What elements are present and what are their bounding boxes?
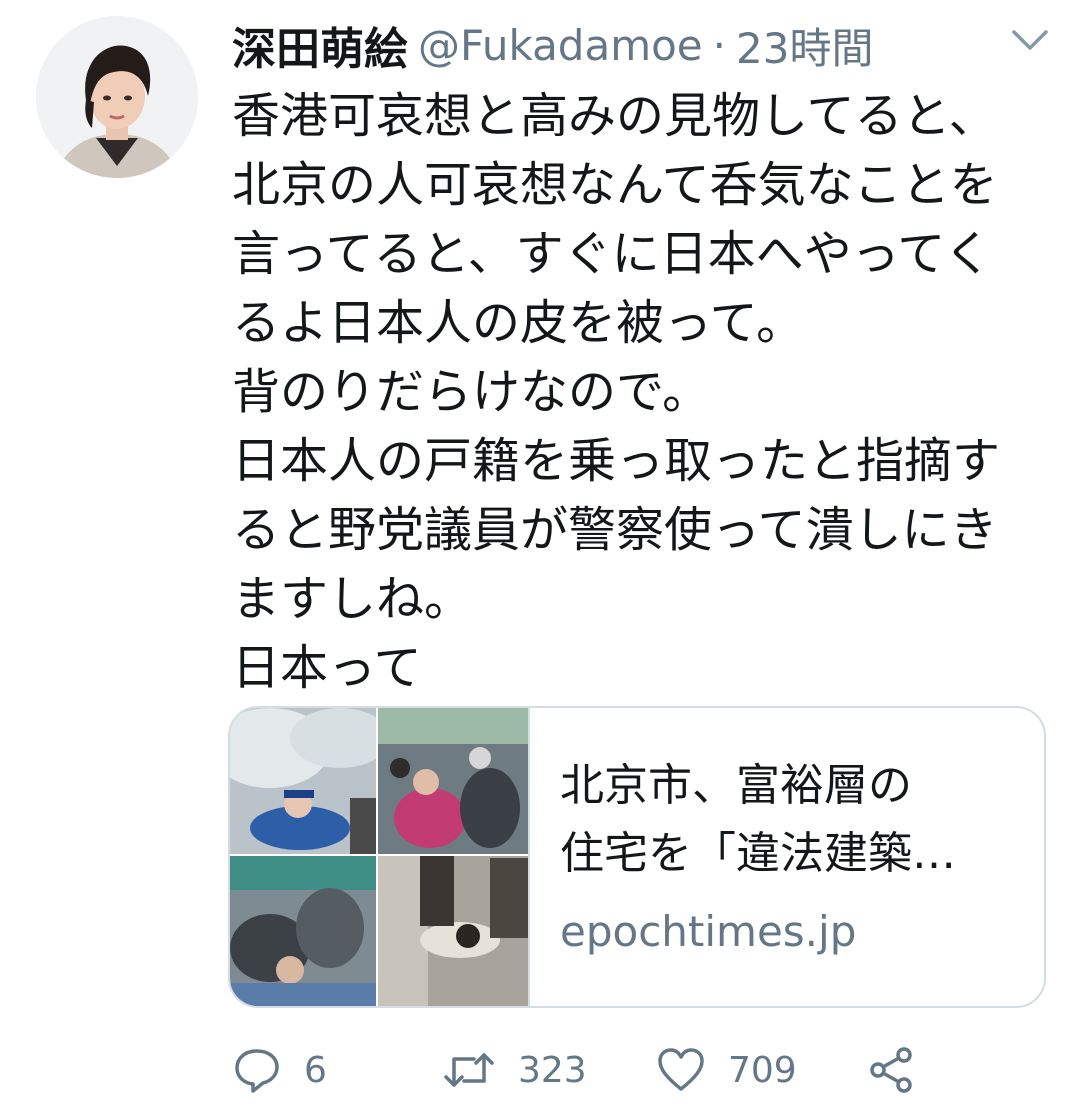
reply-icon xyxy=(232,1045,282,1095)
timestamp[interactable]: 23時間 xyxy=(736,15,873,76)
tweet-text-line: 日本って xyxy=(232,640,422,696)
tweet-text-line: ると野党議員が警察使って潰しにき xyxy=(232,502,998,558)
link-preview-card[interactable]: 北京市、富裕層の 住宅を「違法建築… epochtimes.jp xyxy=(228,706,1046,1008)
tweet-text-line: 香港可哀想と高みの見物してると、 xyxy=(232,88,997,144)
tweet-text: 香港可哀想と高みの見物してると、 北京の人可哀想なんて呑気なことを 言ってると、… xyxy=(232,82,1062,703)
heart-icon xyxy=(656,1045,706,1095)
retweet-icon xyxy=(442,1045,496,1095)
tweet-text-line: 北京の人可哀想なんて呑気なことを xyxy=(232,157,998,213)
tweet-text-line: 背のりだらけなので。 xyxy=(232,364,711,420)
tweet-text-line: ますしね。 xyxy=(232,571,473,627)
like-count: 709 xyxy=(728,1049,797,1091)
display-name[interactable]: 深田萌絵 xyxy=(232,13,408,77)
tweet-text-line: るよ日本人の皮を被って。 xyxy=(232,295,805,351)
tweet[interactable]: 深田萌絵 @Fukadamoe · 23時間 香港可哀想と高みの見物してると、 … xyxy=(0,0,1080,1117)
share-icon xyxy=(866,1045,916,1095)
chevron-down-icon[interactable] xyxy=(1008,22,1052,58)
tweet-actions: 6 323 709 xyxy=(232,1040,1032,1100)
avatar[interactable] xyxy=(36,16,198,178)
retweet-count: 323 xyxy=(518,1049,587,1091)
share-button[interactable] xyxy=(866,1040,916,1100)
reply-count: 6 xyxy=(304,1049,327,1091)
card-title-line: 住宅を「違法建築… xyxy=(560,828,956,879)
tweet-text-line: 日本人の戸籍を乗っ取ったと指摘す xyxy=(232,433,1001,489)
retweet-button[interactable]: 323 xyxy=(442,1040,587,1100)
card-body: 北京市、富裕層の 住宅を「違法建築… epochtimes.jp xyxy=(560,752,1030,962)
tweet-header: 深田萌絵 @Fukadamoe · 23時間 xyxy=(232,10,1052,80)
card-domain: epochtimes.jp xyxy=(560,907,857,956)
card-title-line: 北京市、富裕層の xyxy=(560,760,912,811)
user-handle[interactable]: @Fukadamoe xyxy=(418,21,703,70)
separator-dot: · xyxy=(712,20,727,70)
like-button[interactable]: 709 xyxy=(656,1040,797,1100)
card-thumbnail xyxy=(230,708,530,1006)
tweet-text-line: 言ってると、すぐに日本へやってく xyxy=(232,226,992,282)
reply-button[interactable]: 6 xyxy=(232,1040,327,1100)
